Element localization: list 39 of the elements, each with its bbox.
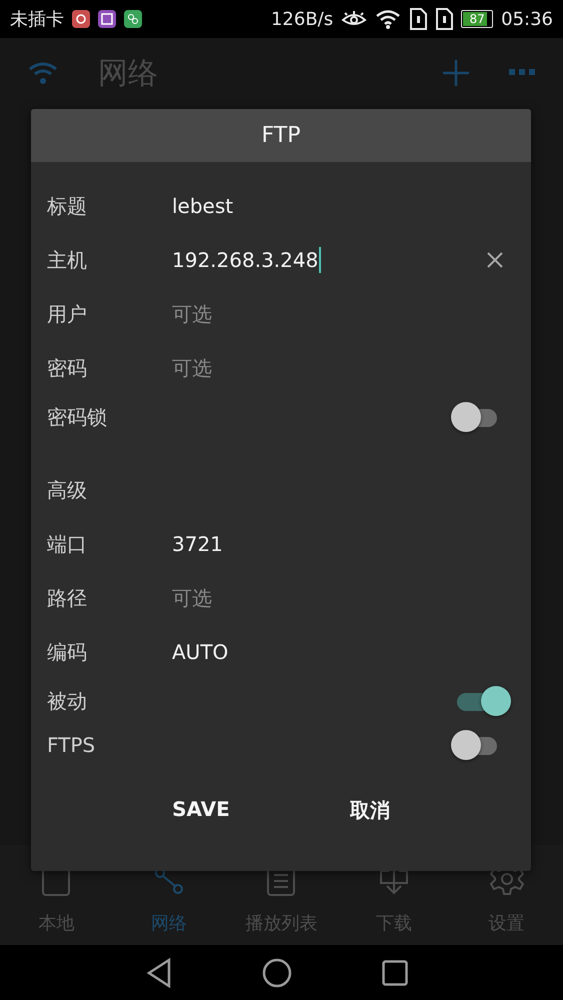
field-label: 主机	[47, 246, 88, 274]
input-field[interactable]: 192.268.3.248	[172, 240, 515, 280]
eye-icon	[341, 10, 368, 28]
add-icon	[443, 60, 469, 86]
field-label: 端口	[47, 530, 88, 558]
input-field[interactable]: 可选	[172, 578, 515, 618]
field-label: 标题	[47, 192, 88, 220]
input-field[interactable]: lebest	[172, 186, 515, 226]
field-label: 密码锁	[47, 404, 108, 431]
wifi-icon	[375, 9, 402, 29]
home-icon	[262, 958, 292, 988]
input-field[interactable]: AUTO	[172, 632, 515, 672]
app-notification-icon	[124, 10, 142, 28]
more-icon	[509, 69, 535, 77]
battery-indicator: 87	[461, 10, 494, 28]
image-notification-icon	[98, 10, 116, 28]
input-field[interactable]: 3721	[172, 524, 515, 564]
input-field[interactable]: 可选	[172, 348, 515, 388]
back-icon	[146, 958, 172, 988]
dialog-title: FTP	[31, 109, 531, 162]
cancel-button[interactable]: 取消	[330, 787, 410, 834]
field-label: 路径	[47, 584, 88, 612]
clock-time: 05:36	[501, 8, 553, 30]
app-notification-icon	[72, 10, 90, 28]
field-label: 被动	[47, 688, 88, 715]
carrier-text: 未插卡	[10, 8, 64, 31]
network-speed: 126B/s	[270, 8, 334, 30]
field-label: 用户	[47, 300, 88, 328]
field-label: FTPS	[47, 733, 96, 758]
section-heading: 高级	[47, 476, 88, 504]
field-label: 编码	[47, 638, 88, 666]
recents-icon	[382, 960, 408, 986]
input-field[interactable]: 可选	[172, 294, 515, 334]
sim-card-icon	[409, 8, 428, 30]
field-label: 密码	[47, 354, 88, 382]
save-button[interactable]: SAVE	[152, 787, 250, 832]
clear-icon	[487, 252, 503, 268]
wifi-icon	[28, 61, 58, 85]
sim-card-icon	[435, 8, 454, 30]
